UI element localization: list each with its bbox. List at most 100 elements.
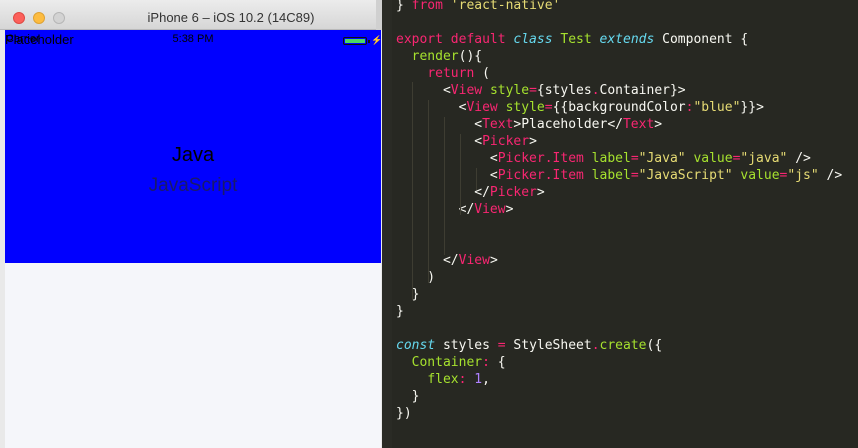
- picker-item-java[interactable]: Java: [5, 144, 381, 167]
- code-token: {{backgroundColor: [552, 100, 686, 115]
- code-line[interactable]: <Picker>: [396, 133, 537, 150]
- code-token: }: [396, 287, 420, 302]
- code-line[interactable]: <Picker.Item label="Java" value="java" /…: [396, 150, 811, 167]
- code-token: =: [544, 100, 553, 115]
- code-token: Picker.Item: [497, 168, 592, 183]
- code-line[interactable]: <View style={styles.Container}>: [396, 82, 686, 99]
- code-token: >: [505, 202, 514, 217]
- code-token: extends: [599, 32, 663, 47]
- code-token: const: [396, 338, 443, 353]
- code-token: .: [591, 338, 600, 353]
- code-token: .: [591, 83, 600, 98]
- close-window-button[interactable]: [13, 12, 25, 24]
- code-line[interactable]: </Picker>: [396, 184, 545, 201]
- code-token: />: [826, 168, 843, 183]
- indent-guide: [428, 100, 429, 283]
- code-token: style: [505, 100, 545, 115]
- code-token: class: [513, 32, 561, 47]
- code-token: Picker: [489, 185, 537, 200]
- code-line[interactable]: return (: [396, 65, 490, 82]
- code-token: }: [396, 304, 404, 319]
- code-token: />: [795, 151, 811, 166]
- code-line[interactable]: </View>: [396, 201, 514, 218]
- code-token: Text: [622, 117, 655, 132]
- zoom-window-button[interactable]: [53, 12, 65, 24]
- code-token: <: [396, 83, 451, 98]
- code-token: ,: [482, 372, 490, 387]
- code-token: Picker: [482, 134, 530, 149]
- code-token: StyleSheet: [513, 338, 592, 353]
- code-token: export default: [396, 32, 514, 47]
- code-line[interactable]: Container: {: [396, 354, 506, 371]
- code-line[interactable]: }: [396, 388, 420, 405]
- battery-terminal: [368, 40, 370, 43]
- code-token: View: [450, 83, 490, 98]
- code-token: 1: [474, 372, 483, 387]
- code-token: }: [396, 389, 420, 404]
- code-line[interactable]: } from 'react-native': [396, 0, 560, 14]
- device-screen[interactable]: Carrier 5:38 PM ⚡ Placeholder Java JavaS…: [5, 30, 381, 448]
- code-token: >: [489, 253, 498, 268]
- code-token: Container}>: [599, 83, 686, 98]
- code-token: return: [427, 66, 483, 81]
- code-token: "js": [787, 168, 827, 183]
- code-token: "Java": [638, 151, 694, 166]
- code-line[interactable]: render(){: [396, 48, 482, 65]
- code-token: =: [529, 83, 537, 98]
- code-line[interactable]: flex: 1,: [396, 371, 490, 388]
- code-token: </: [396, 202, 475, 217]
- code-token: View: [458, 253, 490, 268]
- code-token: <: [396, 100, 467, 115]
- code-token: =: [630, 151, 639, 166]
- simulator-titlebar[interactable]: iPhone 6 – iOS 10.2 (14C89): [0, 0, 382, 30]
- code-token: label: [591, 168, 631, 183]
- code-token: "java": [740, 151, 796, 166]
- code-token: Container: [411, 355, 483, 370]
- code-token: <: [396, 134, 483, 149]
- code-line[interactable]: export default class Test extends Compon…: [396, 31, 748, 48]
- code-token: value: [740, 168, 780, 183]
- indent-guide: [444, 117, 445, 255]
- code-line[interactable]: }: [396, 286, 420, 303]
- code-token: Component {: [662, 32, 749, 47]
- code-token: >Placeholder</: [513, 117, 623, 132]
- code-token: render: [411, 49, 459, 64]
- code-token: >: [654, 117, 663, 132]
- code-line[interactable]: const styles = StyleSheet.create({: [396, 337, 662, 354]
- picker-item-javascript[interactable]: JavaScript: [5, 175, 381, 197]
- code-token: ): [396, 270, 436, 285]
- minimize-window-button[interactable]: [33, 12, 45, 24]
- code-line[interactable]: ): [396, 269, 435, 286]
- code-token: styles: [442, 338, 498, 353]
- code-token: (){: [458, 49, 483, 64]
- code-editor[interactable]: } from 'react-native' export default clas…: [382, 0, 858, 448]
- code-token: create: [599, 338, 647, 353]
- code-line[interactable]: <Picker.Item label="JavaScript" value="j…: [396, 167, 842, 184]
- simulator-window: iPhone 6 – iOS 10.2 (14C89) Carrier 5:38…: [0, 0, 382, 448]
- code-line[interactable]: }): [396, 405, 412, 422]
- code-token: Test: [560, 32, 600, 47]
- code-token: }}>: [740, 100, 764, 115]
- code-line[interactable]: }: [396, 303, 404, 320]
- code-token: >: [536, 185, 545, 200]
- editor-gutter: [382, 0, 392, 448]
- code-token: Picker.Item: [497, 151, 592, 166]
- code-token: ({: [646, 338, 663, 353]
- charging-bolt-icon: ⚡: [371, 35, 381, 45]
- code-token: value: [693, 151, 733, 166]
- code-token: =: [630, 168, 639, 183]
- code-token: }: [396, 0, 412, 13]
- code-token: 'react-native': [450, 0, 561, 13]
- code-token: style: [489, 83, 530, 98]
- code-line[interactable]: <Text>Placeholder</Text>: [396, 116, 662, 133]
- indent-guide: [476, 168, 477, 190]
- battery-icon: [343, 37, 367, 45]
- code-token: View: [474, 202, 506, 217]
- code-token: {: [497, 355, 506, 370]
- code-token: "blue": [693, 100, 741, 115]
- code-line[interactable]: <View style={{backgroundColor:"blue"}}>: [396, 99, 764, 116]
- code-token: "JavaScript": [638, 168, 741, 183]
